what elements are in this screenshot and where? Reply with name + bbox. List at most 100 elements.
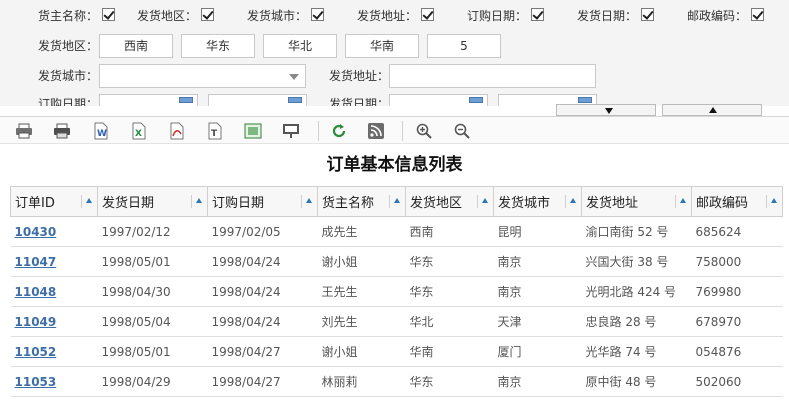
chevron-down-icon bbox=[289, 74, 299, 80]
table-row: 11052 1998/05/01 1998/04/27 谢小姐 华南 厦门 光华路 74 号… bbox=[10, 336, 783, 367]
table-cell: 王先生 bbox=[317, 276, 406, 307]
table-cell: 昆明 bbox=[493, 216, 582, 247]
sort-asc-icon[interactable] bbox=[477, 195, 489, 208]
column-header-label: 发货日期 bbox=[102, 196, 155, 211]
table-cell: 成先生 bbox=[317, 216, 406, 247]
order-date-start-input[interactable] bbox=[99, 94, 198, 106]
table-cell: 1998/04/24 bbox=[207, 306, 318, 337]
rss-icon[interactable] bbox=[366, 121, 386, 141]
print-preview-icon[interactable] bbox=[52, 121, 72, 141]
table-cell: 11047 bbox=[10, 246, 98, 277]
table-cell: 758000 bbox=[691, 246, 783, 277]
checkbox-city[interactable] bbox=[311, 8, 324, 21]
table-cell: 1998/04/27 bbox=[207, 336, 318, 367]
slideshow-icon[interactable] bbox=[281, 121, 301, 141]
address-filter-label: 发货地址： bbox=[329, 69, 390, 83]
order-id-link[interactable]: 11053 bbox=[15, 375, 57, 389]
column-header-label: 发货地址 bbox=[586, 196, 639, 211]
calendar-icon[interactable] bbox=[578, 97, 592, 103]
sort-asc-icon[interactable] bbox=[565, 195, 577, 208]
table-cell: 渝口南街 52 号 bbox=[581, 216, 692, 247]
table-cell: 西南 bbox=[405, 216, 494, 247]
sort-asc-icon[interactable] bbox=[766, 195, 778, 208]
ship-date-start-input[interactable] bbox=[389, 94, 488, 106]
region-input-3[interactable]: 华北 bbox=[263, 34, 337, 58]
column-header-label: 订单ID bbox=[15, 196, 55, 211]
table-cell: 天津 bbox=[493, 306, 582, 337]
order-id-link[interactable]: 11047 bbox=[15, 255, 57, 269]
table-cell: 厦门 bbox=[493, 336, 582, 367]
calendar-icon[interactable] bbox=[179, 97, 193, 103]
column-header-label: 货主名称 bbox=[322, 196, 375, 211]
calendar-icon[interactable] bbox=[288, 97, 302, 103]
checkbox-ship-date[interactable] bbox=[641, 8, 654, 21]
checkbox-region[interactable] bbox=[201, 8, 214, 21]
region-input-1[interactable]: 西南 bbox=[99, 34, 173, 58]
table-cell: 1998/04/30 bbox=[97, 276, 208, 307]
expand-filter-button[interactable] bbox=[556, 104, 656, 116]
order-id-link[interactable]: 11052 bbox=[15, 345, 57, 359]
order-date-end-input[interactable] bbox=[208, 94, 307, 106]
column-header-postal[interactable]: 邮政编码 bbox=[691, 186, 783, 217]
report-title: 订单基本信息列表 bbox=[326, 155, 463, 175]
zoom-out-icon[interactable] bbox=[452, 121, 472, 141]
svg-text:X: X bbox=[135, 129, 142, 139]
column-header-region[interactable]: 发货地区 bbox=[405, 186, 494, 217]
table-cell: 1998/05/01 bbox=[97, 336, 208, 367]
table-cell: 谢小姐 bbox=[317, 246, 406, 277]
sort-asc-icon[interactable] bbox=[389, 195, 401, 208]
column-toggle-row: 货主名称： 发货地区： 发货城市： 发货地址： 订购日期： 发货日期： 邮政编码… bbox=[0, 6, 789, 30]
checkbox-order-date[interactable] bbox=[531, 8, 544, 21]
refresh-icon[interactable] bbox=[329, 121, 349, 141]
table-cell: 1998/04/29 bbox=[97, 366, 208, 397]
filter-panel: 货主名称： 发货地区： 发货城市： 发货地址： 订购日期： 发货日期： 邮政编码… bbox=[0, 0, 789, 106]
table-body: 10430 1997/02/12 1997/02/05 成先生 西南 昆明 渝口南街 52 … bbox=[10, 216, 783, 397]
sort-asc-icon[interactable] bbox=[191, 195, 203, 208]
print-icon[interactable] bbox=[14, 121, 34, 141]
sort-asc-icon[interactable] bbox=[301, 195, 313, 208]
order-id-link[interactable]: 11049 bbox=[15, 315, 57, 329]
sort-asc-icon[interactable] bbox=[675, 195, 687, 208]
sort-asc-icon[interactable] bbox=[81, 195, 93, 208]
order-id-link[interactable]: 10430 bbox=[15, 225, 57, 239]
export-word-icon[interactable]: W bbox=[91, 121, 111, 141]
checkbox-label-ship-date: 发货日期： bbox=[577, 9, 638, 23]
table-row: 11049 1998/05/04 1998/04/24 刘先生 华北 天津 忠良路 28 号… bbox=[10, 306, 783, 337]
table-cell: 1997/02/05 bbox=[207, 216, 318, 247]
region-input-4[interactable]: 华南 bbox=[345, 34, 419, 58]
region-filter-label: 发货地区： bbox=[38, 39, 99, 53]
calendar-icon[interactable] bbox=[469, 97, 483, 103]
column-header-city[interactable]: 发货城市 bbox=[493, 186, 582, 217]
table-cell: 华东 bbox=[405, 246, 494, 277]
column-header-order-id[interactable]: 订单ID bbox=[10, 186, 98, 217]
region-input-2[interactable]: 华东 bbox=[181, 34, 255, 58]
address-input[interactable] bbox=[389, 64, 596, 88]
collapse-filter-button[interactable] bbox=[662, 104, 762, 116]
table-cell: 1998/04/24 bbox=[207, 276, 318, 307]
table-cell: 678970 bbox=[691, 306, 783, 337]
column-header-label: 订购日期 bbox=[212, 196, 265, 211]
zoom-in-icon[interactable] bbox=[414, 121, 434, 141]
export-pdf-icon[interactable] bbox=[167, 121, 187, 141]
column-header-address[interactable]: 发货地址 bbox=[581, 186, 692, 217]
table-cell: 11052 bbox=[10, 336, 98, 367]
column-header-owner[interactable]: 货主名称 bbox=[317, 186, 406, 217]
export-image-icon[interactable] bbox=[243, 121, 263, 141]
export-excel-icon[interactable]: X bbox=[129, 121, 149, 141]
column-header-ship-date[interactable]: 发货日期 bbox=[97, 186, 208, 217]
checkbox-postal[interactable] bbox=[751, 8, 764, 21]
order-id-link[interactable]: 11048 bbox=[15, 285, 57, 299]
table-cell: 054876 bbox=[691, 336, 783, 367]
export-text-icon[interactable]: T bbox=[205, 121, 225, 141]
region-input-5[interactable]: 5 bbox=[427, 34, 501, 58]
table-cell: 林丽莉 bbox=[317, 366, 406, 397]
order-date-filter-label: 订购日期： bbox=[38, 97, 99, 106]
table-cell: 光明北路 424 号 bbox=[581, 276, 692, 307]
city-select[interactable] bbox=[99, 64, 306, 88]
table-cell: 1998/05/04 bbox=[97, 306, 208, 337]
table-cell: 1998/04/24 bbox=[207, 246, 318, 277]
checkbox-address[interactable] bbox=[421, 8, 434, 21]
column-header-order-date[interactable]: 订购日期 bbox=[207, 186, 318, 217]
checkbox-owner[interactable] bbox=[102, 8, 115, 21]
table-cell: 502060 bbox=[691, 366, 783, 397]
